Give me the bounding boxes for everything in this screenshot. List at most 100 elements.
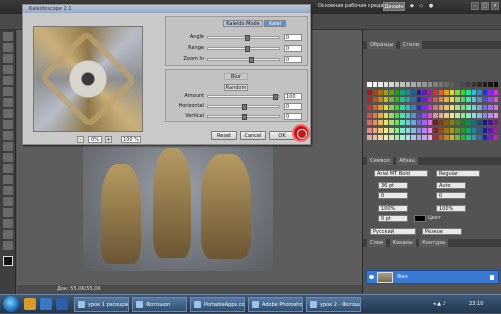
- zoom-out-button[interactable]: -: [77, 136, 84, 143]
- color-swatch-cell[interactable]: [372, 112, 377, 118]
- color-swatch-cell[interactable]: [433, 112, 438, 118]
- slider-value[interactable]: 100: [284, 93, 302, 100]
- slider-value[interactable]: 0: [284, 45, 302, 52]
- color-swatch-cell[interactable]: [405, 120, 410, 126]
- color-swatch-cell[interactable]: [455, 89, 460, 95]
- color-swatch-cell[interactable]: [372, 82, 377, 87]
- lasso-tool-icon[interactable]: [2, 54, 13, 63]
- color-swatch-cell[interactable]: [378, 120, 383, 126]
- layer-row[interactable]: Фон: [366, 270, 499, 284]
- color-swatch-cell[interactable]: [416, 89, 421, 95]
- color-swatch-cell[interactable]: [460, 112, 465, 118]
- color-swatch-cell[interactable]: [389, 82, 394, 87]
- color-swatch-cell[interactable]: [433, 120, 438, 126]
- slider-value[interactable]: 0: [284, 103, 302, 110]
- explorer-icon[interactable]: [24, 298, 36, 310]
- color-swatch-cell[interactable]: [482, 97, 487, 103]
- color-swatch-cell[interactable]: [383, 82, 388, 87]
- color-swatch-cell[interactable]: [400, 127, 405, 133]
- color-swatch-cell[interactable]: [482, 120, 487, 126]
- color-swatch-cell[interactable]: [367, 104, 372, 110]
- color-swatch-cell[interactable]: [400, 104, 405, 110]
- color-swatch-cell[interactable]: [477, 127, 482, 133]
- color-swatch-cell[interactable]: [416, 120, 421, 126]
- gradient-tool-icon[interactable]: [2, 153, 13, 162]
- color-swatch-cell[interactable]: [378, 82, 383, 87]
- color-swatch-cell[interactable]: [389, 127, 394, 133]
- color-swatch-cell[interactable]: [389, 120, 394, 126]
- text-color-swatch[interactable]: [414, 215, 426, 222]
- color-swatch-cell[interactable]: [488, 82, 493, 87]
- slider-value[interactable]: 0: [284, 56, 302, 63]
- color-swatch-cell[interactable]: [372, 104, 377, 110]
- color-swatch-cell[interactable]: [411, 104, 416, 110]
- marquee-tool-icon[interactable]: [2, 43, 13, 52]
- color-swatch-cell[interactable]: [411, 135, 416, 141]
- taskbar-task[interactable]: урок 1 pscouple.jr...: [74, 297, 129, 312]
- color-swatch-cell[interactable]: [389, 135, 394, 141]
- color-swatch-cell[interactable]: [438, 127, 443, 133]
- color-swatch-cell[interactable]: [433, 89, 438, 95]
- color-swatch-cell[interactable]: [405, 89, 410, 95]
- color-swatch-cell[interactable]: [444, 135, 449, 141]
- color-swatch-cell[interactable]: [411, 97, 416, 103]
- color-swatch-cell[interactable]: [427, 97, 432, 103]
- color-swatch-cell[interactable]: [449, 127, 454, 133]
- color-swatch-cell[interactable]: [460, 97, 465, 103]
- color-swatch-cell[interactable]: [411, 127, 416, 133]
- color-swatch-cell[interactable]: [438, 135, 443, 141]
- color-swatch-cell[interactable]: [433, 97, 438, 103]
- color-swatch-cell[interactable]: [455, 112, 460, 118]
- taskbar-task[interactable]: урок 2 - Фотошоп...: [306, 297, 361, 312]
- color-swatch-cell[interactable]: [394, 120, 399, 126]
- quick-select-tool-icon[interactable]: [2, 65, 13, 74]
- color-swatch-cell[interactable]: [427, 127, 432, 133]
- eraser-tool-icon[interactable]: [2, 142, 13, 151]
- color-swatch-cell[interactable]: [378, 97, 383, 103]
- workspace-label[interactable]: Основная рабочая среда: [318, 3, 383, 9]
- color-swatch-cell[interactable]: [471, 120, 476, 126]
- slider-track[interactable]: [207, 35, 280, 41]
- color-swatch-cell[interactable]: [411, 82, 416, 87]
- font-size-field[interactable]: 36 pt: [378, 182, 408, 189]
- color-swatch-cell[interactable]: [477, 89, 482, 95]
- color-swatch-cell[interactable]: [449, 135, 454, 141]
- color-swatch-cell[interactable]: [367, 89, 372, 95]
- color-swatch-cell[interactable]: [378, 104, 383, 110]
- color-swatch-cell[interactable]: [477, 82, 482, 87]
- color-swatch-cell[interactable]: [372, 135, 377, 141]
- color-swatch-cell[interactable]: [427, 89, 432, 95]
- tab-paragraph[interactable]: Абзац: [396, 157, 418, 165]
- color-swatch-cell[interactable]: [455, 135, 460, 141]
- color-swatch-cell[interactable]: [449, 97, 454, 103]
- color-swatch-cell[interactable]: [422, 112, 427, 118]
- slider-track[interactable]: [207, 57, 280, 63]
- color-swatch-cell[interactable]: [444, 127, 449, 133]
- color-swatch-cell[interactable]: [466, 120, 471, 126]
- taskbar-task[interactable]: Adobe Photoshop...: [248, 297, 303, 312]
- cancel-button[interactable]: Cancel: [240, 131, 266, 140]
- color-swatch-cell[interactable]: [438, 104, 443, 110]
- color-swatch-cell[interactable]: [422, 89, 427, 95]
- color-swatch-cell[interactable]: [405, 104, 410, 110]
- baseline-field[interactable]: 0 pt: [378, 215, 408, 222]
- color-swatch-cell[interactable]: [477, 112, 482, 118]
- zoom-tool-icon[interactable]: [2, 241, 13, 250]
- color-swatch-cell[interactable]: [367, 120, 372, 126]
- color-swatch-cell[interactable]: [383, 112, 388, 118]
- color-swatch-cell[interactable]: [471, 135, 476, 141]
- color-swatch-cell[interactable]: [488, 89, 493, 95]
- taskbar-task[interactable]: PortableApps.com: [190, 297, 245, 312]
- minimize-button[interactable]: –: [471, 2, 479, 10]
- color-swatch-cell[interactable]: [460, 135, 465, 141]
- color-swatch-cell[interactable]: [488, 120, 493, 126]
- slider-knob[interactable]: [242, 104, 247, 110]
- color-swatch-cell[interactable]: [460, 89, 465, 95]
- color-swatch-cell[interactable]: [400, 97, 405, 103]
- slider-knob[interactable]: [245, 35, 251, 41]
- brush-tool-icon[interactable]: [2, 109, 13, 118]
- color-swatch-cell[interactable]: [405, 97, 410, 103]
- color-swatch-cell[interactable]: [488, 127, 493, 133]
- color-swatch-cell[interactable]: [438, 82, 443, 87]
- color-swatch-cell[interactable]: [427, 120, 432, 126]
